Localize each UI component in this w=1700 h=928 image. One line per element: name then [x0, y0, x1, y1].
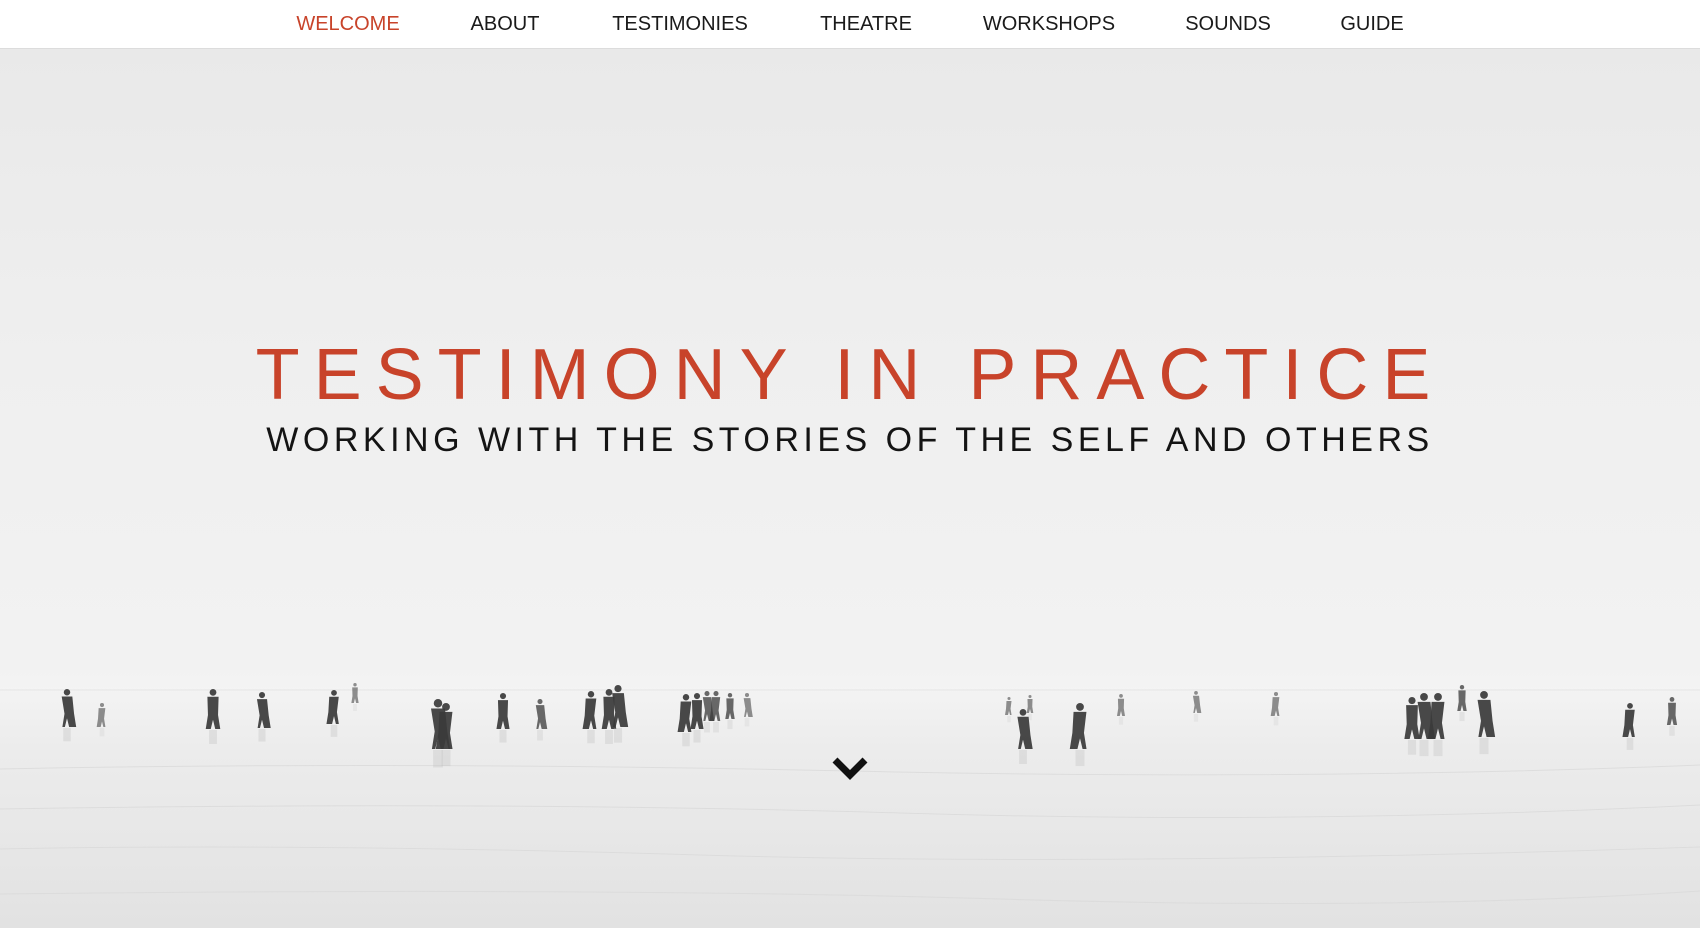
nav-item-theatre[interactable]: THEATRE: [820, 0, 912, 48]
hero-section: TESTIMONY IN PRACTICE WORKING WITH THE S…: [0, 49, 1700, 928]
nav-item-about[interactable]: ABOUT: [471, 0, 540, 48]
hero-background-photo: [0, 683, 1700, 928]
nav-item-workshops[interactable]: WORKSHOPS: [983, 0, 1115, 48]
nav-item-welcome[interactable]: WELCOME: [296, 0, 399, 48]
nav-item-guide[interactable]: GUIDE: [1340, 0, 1403, 48]
hero-subtitle: WORKING WITH THE STORIES OF THE SELF AND…: [266, 421, 1434, 459]
hero-title: TESTIMONY IN PRACTICE: [255, 335, 1445, 415]
nav-item-testimonies[interactable]: TESTIMONIES: [612, 0, 748, 48]
nav-item-sounds[interactable]: SOUNDS: [1185, 0, 1271, 48]
top-navigation: WELCOME ABOUT TESTIMONIES THEATRE WORKSH…: [0, 0, 1700, 49]
chevron-down-icon[interactable]: [832, 754, 868, 782]
